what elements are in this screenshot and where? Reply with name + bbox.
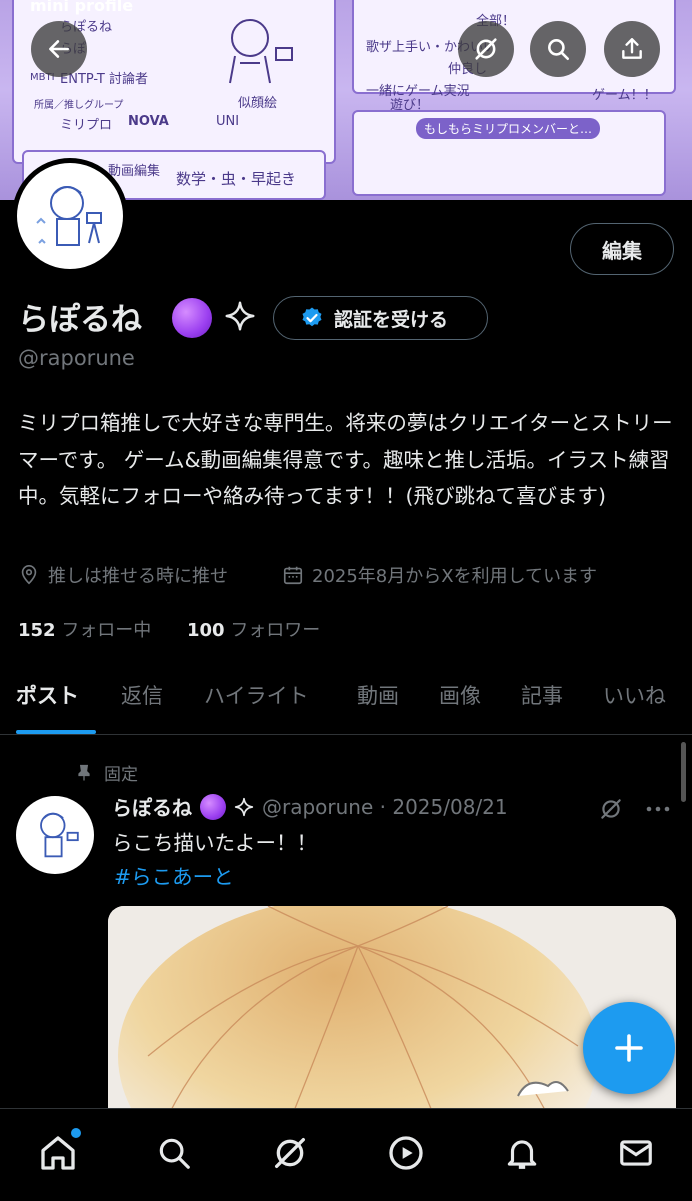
sparkle-icon xyxy=(225,301,255,331)
get-verified-label: 認証を受ける xyxy=(334,308,449,331)
banner-line: 数学・虫・早起き xyxy=(176,170,297,188)
tab-replies[interactable]: 返信 xyxy=(121,680,163,710)
tab-highlights[interactable]: ハイライト xyxy=(204,680,309,710)
profile-location: 推しは推せる時に推せ xyxy=(18,562,228,588)
profile-avatar[interactable] xyxy=(12,158,128,274)
edit-profile-button[interactable]: 編集 xyxy=(570,223,674,275)
banner-line: 動画編集 xyxy=(108,164,161,179)
pinned-indicator: 固定 xyxy=(74,760,138,785)
compose-button[interactable] xyxy=(583,1002,675,1094)
share-icon xyxy=(622,38,642,59)
nav-video[interactable] xyxy=(384,1131,428,1175)
nav-messages[interactable] xyxy=(614,1131,658,1175)
back-button[interactable] xyxy=(31,21,87,77)
grok-icon xyxy=(275,1138,305,1168)
banner-line: NOVA xyxy=(128,114,169,129)
sparkle-icon xyxy=(234,797,254,816)
nav-grok[interactable] xyxy=(268,1131,312,1175)
followers-link[interactable]: 100 フォロワー xyxy=(187,616,320,642)
post-text: らこち描いたよー！！ xyxy=(112,831,317,855)
bell-icon xyxy=(507,1140,537,1169)
tab-media[interactable]: 画像 xyxy=(439,680,481,710)
profile-name: らぽるね xyxy=(18,302,142,338)
profile-handle: @raporune xyxy=(18,346,135,370)
following-label: フォロー中 xyxy=(61,620,152,641)
search-button[interactable] xyxy=(530,21,586,77)
location-text: 推しは推せる時に推せ xyxy=(48,566,228,587)
purple-circle-emoji xyxy=(200,793,226,820)
back-arrow-icon xyxy=(49,40,69,58)
search-icon xyxy=(548,39,570,61)
banner-line: 遊び！ xyxy=(390,98,430,113)
grok-icon[interactable] xyxy=(598,796,624,822)
pin-icon xyxy=(78,764,90,780)
banner-pill: もしもらミリプロメンバーと… xyxy=(416,118,601,139)
followers-label: フォロワー xyxy=(230,620,321,641)
banner-sketch xyxy=(229,19,293,84)
scrollbar[interactable] xyxy=(681,742,686,802)
pinned-label: 固定 xyxy=(104,765,138,785)
profile-tabs: ポスト 返信 ハイライト 動画 画像 記事 いいね xyxy=(0,668,692,735)
post-hashtag[interactable]: #らこあーと xyxy=(114,860,234,890)
location-pin-icon xyxy=(21,565,37,585)
following-link[interactable]: 152 フォロー中 xyxy=(18,616,151,642)
play-icon xyxy=(389,1136,423,1170)
tab-posts[interactable]: ポスト xyxy=(16,680,79,710)
following-count: 152 xyxy=(18,620,56,641)
calendar-icon xyxy=(283,566,303,585)
active-tab-indicator xyxy=(16,730,96,734)
banner-label: 所属／推しグループ xyxy=(34,100,124,111)
post-avatar[interactable] xyxy=(16,796,94,874)
banner-heading: mini profile xyxy=(30,0,134,15)
home-notification-badge xyxy=(69,1126,83,1140)
grok-button[interactable] xyxy=(458,21,514,77)
banner-line: 似顔絵 xyxy=(238,96,278,111)
plus-icon xyxy=(615,1034,643,1062)
drawing-illustration xyxy=(108,906,676,1126)
followers-count: 100 xyxy=(187,620,225,641)
mail-icon xyxy=(620,1140,652,1166)
banner-line: UNI xyxy=(216,114,240,129)
tab-videos[interactable]: 動画 xyxy=(357,680,399,710)
share-button[interactable] xyxy=(604,21,660,77)
get-verified-button[interactable]: 認証を受ける xyxy=(273,296,488,340)
post-header: らぽるね @raporune · 2025/08/21 xyxy=(112,792,508,821)
profile-joined: 2025年8月からXを利用しています xyxy=(282,562,597,588)
joined-text: 2025年8月からXを利用しています xyxy=(312,566,598,587)
verified-badge-icon xyxy=(302,307,322,327)
profile-bio: ミリプロ箱推しで大好きな専門生。将来の夢はクリエイターとストリーマーです。 ゲー… xyxy=(18,411,673,508)
avatar-image xyxy=(17,163,123,269)
banner-line: ミリプロ xyxy=(60,118,113,133)
grok-icon xyxy=(475,38,497,60)
bottom-navigation xyxy=(0,1108,692,1201)
tab-likes[interactable]: いいね xyxy=(603,680,666,710)
more-options-icon[interactable] xyxy=(644,798,672,820)
banner-line: ゲーム！！ xyxy=(592,88,657,103)
post-image[interactable] xyxy=(108,906,676,1126)
purple-circle-emoji xyxy=(172,298,212,338)
search-icon xyxy=(159,1138,190,1169)
tab-articles[interactable]: 記事 xyxy=(521,680,563,710)
nav-notifications[interactable] xyxy=(500,1131,544,1175)
post-author[interactable]: らぽるね xyxy=(112,792,192,821)
nav-search[interactable] xyxy=(152,1131,196,1175)
post-handle-date: @raporune · 2025/08/21 xyxy=(262,794,508,819)
